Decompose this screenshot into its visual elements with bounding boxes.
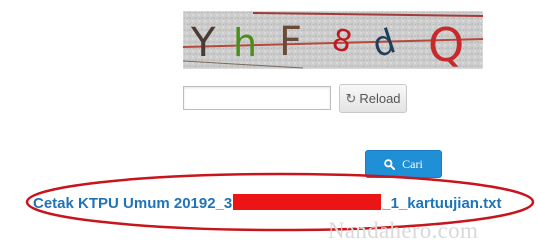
captcha-char: Q	[428, 18, 464, 69]
captcha-char: h	[233, 21, 257, 65]
captcha-char: F	[279, 19, 302, 65]
link-suffix: _1_kartuujian.txt	[382, 195, 502, 212]
refresh-icon: ↻	[345, 90, 357, 106]
watermark: Nandahero.com	[328, 218, 479, 243]
reload-button[interactable]: ↻ Reload	[339, 84, 407, 113]
search-icon	[384, 158, 396, 170]
captcha-input[interactable]	[183, 86, 331, 110]
link-prefix: Cetak KTPU Umum 20192_3	[33, 195, 233, 212]
captcha-image: YhF8dQ	[183, 11, 483, 69]
captcha-char: Y	[190, 20, 216, 66]
search-label: Cari	[402, 156, 423, 171]
download-link[interactable]: Cetak KTPU Umum 20192_3 _1_kartuujian.txt	[33, 194, 501, 212]
redacted-block	[233, 194, 382, 210]
search-button[interactable]: Cari	[365, 150, 442, 178]
reload-label: Reload	[359, 91, 401, 106]
